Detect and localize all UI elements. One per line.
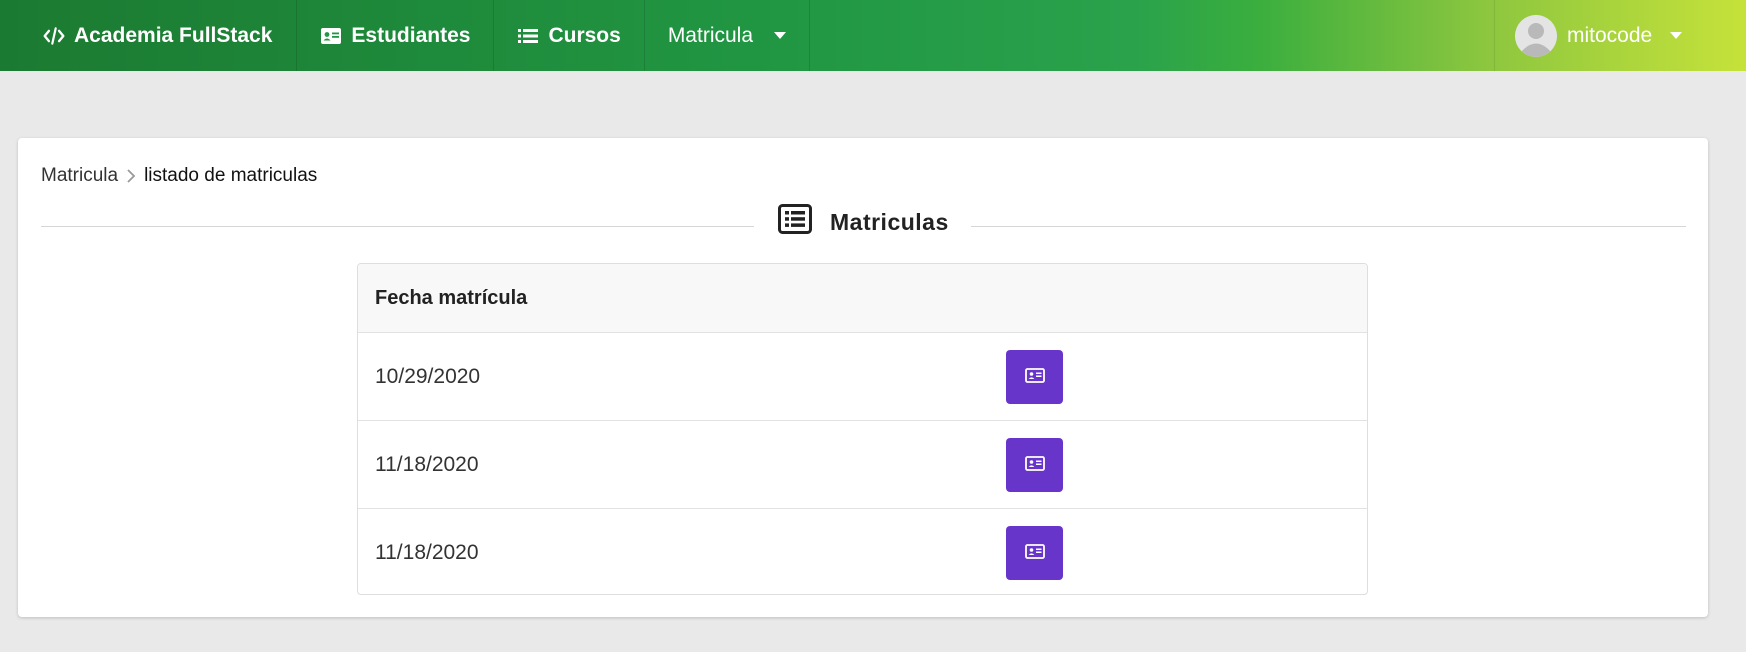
breadcrumb-item-matricula[interactable]: Matricula: [41, 165, 118, 187]
user-avatar-icon: [1515, 14, 1557, 57]
nav-item-label: Estudiantes: [351, 23, 471, 47]
column-header-fecha: Fecha matrícula: [375, 286, 528, 309]
row-date: 10/29/2020: [375, 364, 481, 388]
top-navbar: Academia FullStack Estudiantes Cursos Ma…: [0, 0, 1746, 71]
nav-item-matricula-dropdown[interactable]: Matricula: [645, 0, 811, 71]
nav-item-label: Matricula: [667, 23, 754, 47]
row-date: 11/18/2020: [375, 540, 479, 564]
breadcrumb-item-current: listado de matriculas: [144, 165, 318, 186]
list-alt-icon: [778, 204, 812, 240]
table-row: 11/18/2020: [358, 421, 1367, 509]
id-card-icon: [1024, 544, 1045, 562]
chevron-down-icon: [774, 32, 787, 39]
view-detail-button[interactable]: [1006, 350, 1063, 404]
title-divider-left: [41, 226, 754, 227]
nav-item-cursos[interactable]: Cursos: [494, 0, 645, 71]
code-icon: [43, 25, 65, 47]
user-menu[interactable]: mitocode: [1494, 0, 1746, 71]
id-card-icon: [1024, 368, 1045, 386]
id-card-icon: [1024, 456, 1045, 474]
chevron-down-icon: [1670, 32, 1683, 39]
breadcrumb: Matricula listado de matriculas: [41, 165, 317, 187]
nav-menu: Academia FullStack Estudiantes Cursos Ma…: [0, 0, 811, 71]
section-title-label: Matriculas: [830, 208, 949, 235]
list-icon: [517, 25, 539, 47]
title-divider-right: [971, 226, 1686, 227]
view-detail-button[interactable]: [1006, 526, 1063, 580]
brand-link[interactable]: Academia FullStack: [20, 0, 298, 71]
nav-item-estudiantes[interactable]: Estudiantes: [297, 0, 495, 71]
chevron-right-icon: [126, 169, 136, 183]
id-card-icon: [320, 25, 342, 47]
table-header: Fecha matrícula: [358, 264, 1367, 333]
section-title: Matriculas: [778, 204, 949, 240]
brand-label: Academia FullStack: [74, 23, 273, 47]
matriculas-table: Fecha matrícula 10/29/2020 11/18/2020 11…: [357, 263, 1368, 595]
nav-item-label: Cursos: [548, 23, 621, 47]
user-name: mitocode: [1567, 23, 1653, 47]
row-date: 11/18/2020: [375, 452, 479, 476]
table-row: 10/29/2020: [358, 333, 1367, 421]
main-card: Matricula listado de matriculas Matricul…: [18, 138, 1708, 617]
view-detail-button[interactable]: [1006, 438, 1063, 492]
table-row: 11/18/2020: [358, 509, 1367, 594]
